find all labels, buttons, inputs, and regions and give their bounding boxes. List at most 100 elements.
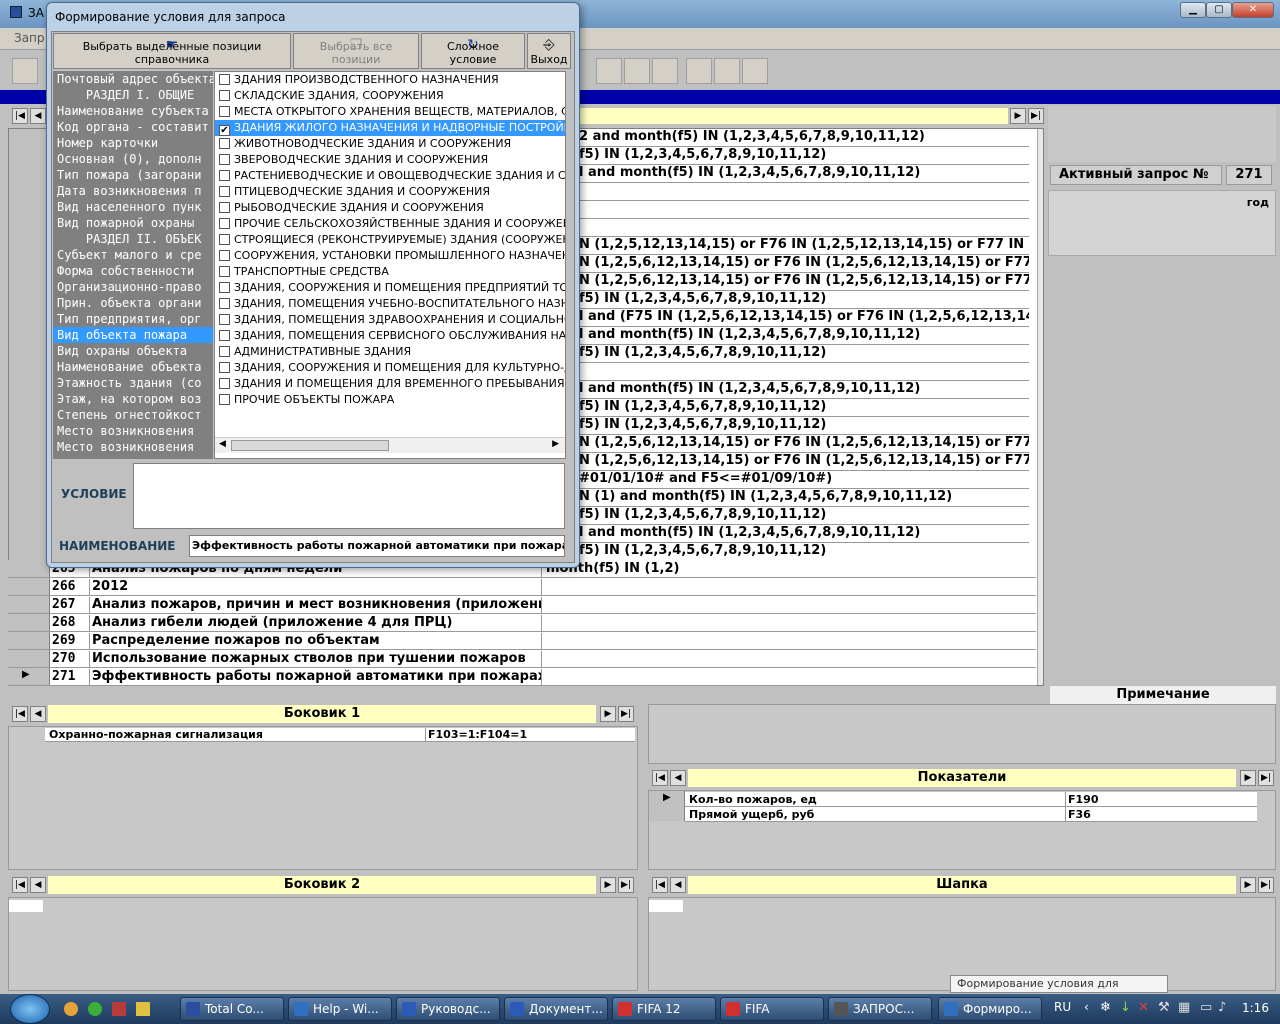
condition-cell[interactable]: l and month(f5) IN (1,2,3,4,5,6,7,8,9,10… xyxy=(577,525,1029,543)
taskbar-item[interactable]: FIFA xyxy=(720,997,824,1021)
checkbox[interactable] xyxy=(219,346,230,357)
tray-download-icon[interactable]: ↓ xyxy=(1120,1000,1131,1015)
option-item[interactable]: ТРАНСПОРТНЫЕ СРЕДСТВА xyxy=(215,264,565,280)
condition-cell[interactable]: f5) IN (1,2,3,4,5,6,7,8,9,10,11,12) xyxy=(577,291,1029,309)
condition-cell[interactable]: f5) IN (1,2,3,4,5,6,7,8,9,10,11,12) xyxy=(577,345,1029,363)
option-item[interactable]: ПРОЧИЕ СЕЛЬСКОХОЗЯЙСТВЕННЫЕ ЗДАНИЯ И СОО… xyxy=(215,216,565,232)
checkbox[interactable] xyxy=(219,378,230,389)
checkbox[interactable] xyxy=(219,234,230,245)
field-list-item[interactable]: Тип предприятия, орг xyxy=(53,311,213,327)
tray-flag-icon[interactable]: ✕ xyxy=(1138,1000,1149,1015)
table-row[interactable]: 268 Анализ гибели людей (приложение 4 для… xyxy=(8,614,1036,632)
vertical-scrollbar[interactable] xyxy=(1037,129,1043,685)
pokazateli-grid[interactable]: ▶ Кол-во пожаров, ед F190 Прямой ущерб, … xyxy=(648,790,1276,870)
taskbar-item[interactable]: FIFA 12 xyxy=(612,997,716,1021)
field-list-item[interactable]: Вид охраны объекта xyxy=(53,343,213,359)
row-indicator[interactable] xyxy=(8,560,50,577)
checkbox[interactable] xyxy=(219,186,230,197)
tray-snowflake-icon[interactable]: ❄ xyxy=(1100,1000,1111,1015)
bokovik2-last-button[interactable]: ▶| xyxy=(618,877,634,893)
checkbox[interactable] xyxy=(219,250,230,261)
tray-tools-icon[interactable]: ⚒ xyxy=(1158,1000,1170,1015)
condition-cell[interactable]: N (1,2,5,6,12,13,14,15) or F76 IN (1,2,5… xyxy=(577,273,1029,291)
menu-item-query[interactable]: Запр xyxy=(14,31,45,45)
tray-monitor-icon[interactable]: ▭ xyxy=(1200,1000,1212,1015)
field-list-item[interactable]: Вид населенного пунк xyxy=(53,199,213,215)
condition-cell[interactable]: N (1,2,5,6,12,13,14,15) or F76 IN (1,2,5… xyxy=(577,453,1029,471)
field-list-item[interactable]: Этаж, на котором воз xyxy=(53,391,213,407)
shapka-last-button[interactable]: ▶| xyxy=(1258,877,1274,893)
taskbar-item[interactable]: Руководс... xyxy=(396,997,500,1021)
close-button[interactable]: ✕ xyxy=(1232,2,1274,18)
bokovik2-row[interactable] xyxy=(9,900,43,912)
option-item[interactable]: ЗДАНИЯ ПРОИЗВОДСТВЕННОГО НАЗНАЧЕНИЯ xyxy=(215,72,565,88)
pokazateli-row[interactable]: Кол-во пожаров, ед F190 xyxy=(685,792,1257,807)
checkbox[interactable] xyxy=(219,138,230,149)
condition-input[interactable] xyxy=(133,463,565,529)
condition-cell[interactable]: N (1,2,5,6,12,13,14,15) or F76 IN (1,2,5… xyxy=(577,255,1029,273)
option-item[interactable]: ЗДАНИЯ, ПОМЕЩЕНИЯ УЧЕБНО-ВОСПИТАТЕЛЬНОГО… xyxy=(215,296,565,312)
option-item[interactable]: ЖИВОТНОВОДЧЕСКИЕ ЗДАНИЯ И СООРУЖЕНИЯ xyxy=(215,136,565,152)
field-list-item[interactable]: РАЗДЕЛ II. ОБЪЕК xyxy=(53,231,213,247)
bokovik2-first-button[interactable]: |◀ xyxy=(12,877,28,893)
option-item[interactable]: СКЛАДСКИЕ ЗДАНИЯ, СООРУЖЕНИЯ xyxy=(215,88,565,104)
select-highlighted-button[interactable]: ☛ Выбрать выделенные позиции справочника xyxy=(53,33,291,69)
toolbar-button-3[interactable] xyxy=(624,58,650,84)
field-list[interactable]: Почтовый адрес объекта РАЗДЕЛ I. ОБЩИЕ На… xyxy=(53,71,213,459)
condition-cell[interactable]: l and month(f5) IN (1,2,3,4,5,6,7,8,9,10… xyxy=(577,165,1029,183)
pokazateli-last-button[interactable]: ▶| xyxy=(1258,770,1274,786)
field-list-item[interactable]: Форма собственности xyxy=(53,263,213,279)
field-list-item[interactable]: Вид пожарной охраны xyxy=(53,215,213,231)
field-list-item[interactable]: Этажность здания (со xyxy=(53,375,213,391)
toolbar-button-5[interactable] xyxy=(686,58,712,84)
condition-cell[interactable] xyxy=(577,363,1029,381)
tray-chevron-icon[interactable]: ‹ xyxy=(1084,1000,1089,1014)
bokovik2-prev-button[interactable]: ◀ xyxy=(30,877,46,893)
field-list-item[interactable]: Вид объекта пожара xyxy=(53,327,213,343)
options-hscrollbar[interactable]: ◀ ▶ xyxy=(215,437,565,453)
condition-cell[interactable] xyxy=(577,183,1029,201)
bokovik2-grid[interactable] xyxy=(8,897,638,991)
checkbox[interactable] xyxy=(219,90,230,101)
taskbar-item[interactable]: Документ... xyxy=(504,997,608,1021)
field-list-item[interactable]: Тип пожара (загорани xyxy=(53,167,213,183)
condition-cell[interactable]: 2 and month(f5) IN (1,2,3,4,5,6,7,8,9,10… xyxy=(577,129,1029,147)
option-item[interactable]: СООРУЖЕНИЯ, УСТАНОВКИ ПРОМЫШЛЕННОГО НАЗН… xyxy=(215,248,565,264)
field-list-item[interactable]: Дата возникновения п xyxy=(53,183,213,199)
field-list-item[interactable]: Наименование субъекта xyxy=(53,103,213,119)
field-list-item[interactable]: Субъект малого и сре xyxy=(53,247,213,263)
row-indicator[interactable] xyxy=(8,632,50,649)
condition-cell[interactable]: f5) IN (1,2,3,4,5,6,7,8,9,10,11,12) xyxy=(577,417,1029,435)
checkbox[interactable] xyxy=(219,330,230,341)
option-item[interactable]: РЫБОВОДЧЕСКИЕ ЗДАНИЯ И СООРУЖЕНИЯ xyxy=(215,200,565,216)
field-list-item[interactable]: Наименование объекта xyxy=(53,359,213,375)
taskbar-item[interactable]: Total Co... xyxy=(180,997,284,1021)
row-indicator[interactable] xyxy=(8,578,50,595)
checkbox[interactable] xyxy=(219,218,230,229)
exit-button[interactable]: ⎆ Выход xyxy=(527,33,571,69)
language-indicator[interactable]: RU xyxy=(1054,1000,1071,1014)
bokovik1-next-button[interactable]: ▶ xyxy=(600,706,616,722)
field-list-item[interactable]: Организационно-право xyxy=(53,279,213,295)
field-list-item[interactable]: Код органа - составит xyxy=(53,119,213,135)
toolbar-button-2[interactable] xyxy=(596,58,622,84)
checkbox[interactable] xyxy=(219,74,230,85)
condition-cell[interactable]: N (1) and month(f5) IN (1,2,3,4,5,6,7,8,… xyxy=(577,489,1029,507)
bokovik1-grid[interactable]: Охранно-пожарная сигнализация F103=1:F10… xyxy=(8,726,638,870)
option-item[interactable]: ЗДАНИЯ, СООРУЖЕНИЯ И ПОМЕЩЕНИЯ ПРЕДПРИЯТ… xyxy=(215,280,565,296)
minimize-button[interactable]: ▁ xyxy=(1180,2,1206,18)
toolbar-button-1[interactable] xyxy=(12,58,38,84)
name-input[interactable]: Эффективность работы пожарной автоматики… xyxy=(189,535,565,557)
pokazateli-next-button[interactable]: ▶ xyxy=(1240,770,1256,786)
next-record-button[interactable]: ▶ xyxy=(1010,108,1026,124)
options-checklist[interactable]: ЗДАНИЯ ПРОИЗВОДСТВЕННОГО НАЗНАЧЕНИЯ СКЛАД… xyxy=(214,71,566,459)
option-item[interactable]: ЗДАНИЯ, ПОМЕЩЕНИЯ СЕРВИСНОГО ОБСЛУЖИВАНИ… xyxy=(215,328,565,344)
start-button[interactable] xyxy=(10,994,50,1024)
shapka-next-button[interactable]: ▶ xyxy=(1240,877,1256,893)
field-list-item[interactable]: РАЗДЕЛ I. ОБЩИЕ xyxy=(53,87,213,103)
scroll-right-icon[interactable]: ▶ xyxy=(552,439,559,449)
taskbar-item[interactable]: Формиро... xyxy=(938,997,1042,1021)
condition-cell[interactable]: l and month(f5) IN (1,2,3,4,5,6,7,8,9,10… xyxy=(577,327,1029,345)
condition-cell[interactable]: l and (F75 IN (1,2,5,6,12,13,14,15) or F… xyxy=(577,309,1029,327)
option-item[interactable]: СТРОЯЩИЕСЯ (РЕКОНСТРУИРУЕМЫЕ) ЗДАНИЯ (СО… xyxy=(215,232,565,248)
